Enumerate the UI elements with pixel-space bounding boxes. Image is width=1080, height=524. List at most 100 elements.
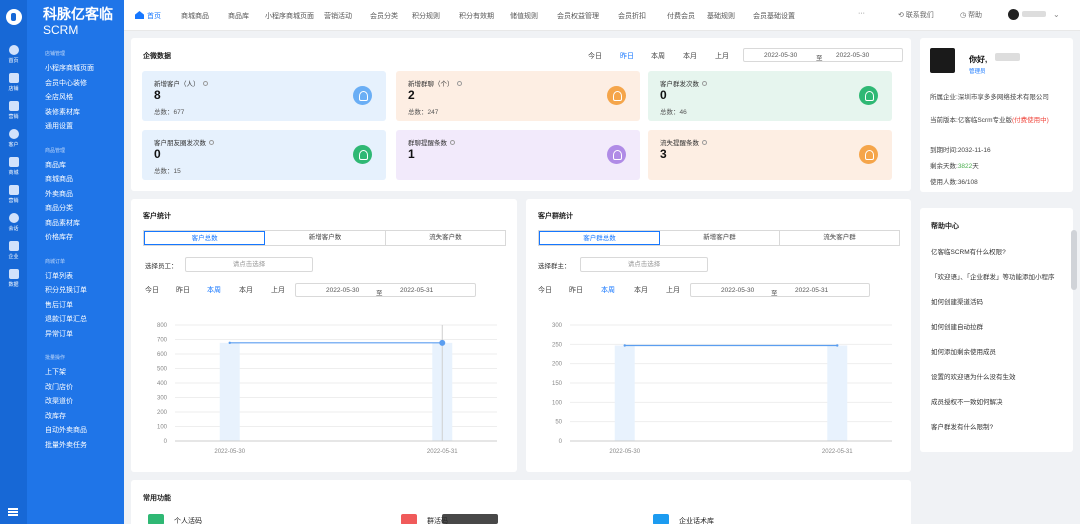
top-tab[interactable]: 付费会员: [667, 11, 695, 21]
sidebar-item[interactable]: 商品库: [45, 159, 124, 174]
period-option[interactable]: 昨日: [569, 285, 583, 295]
help-link[interactable]: 客户群发有什么限制?: [931, 421, 993, 431]
user-avatar[interactable]: [1008, 9, 1019, 20]
period-option[interactable]: 本周: [651, 51, 665, 61]
period-option[interactable]: 本月: [634, 285, 648, 295]
top-tab[interactable]: 商城商品: [181, 11, 209, 21]
period-option[interactable]: 昨日: [176, 285, 190, 295]
rail-item-8[interactable]: 数据: [0, 269, 27, 291]
info-icon[interactable]: [702, 140, 707, 145]
chevron-down-icon[interactable]: ⌄: [1053, 10, 1060, 19]
data-point[interactable]: [623, 344, 626, 347]
metric-card[interactable]: 新增群聊（个） 2 总数：247: [396, 71, 640, 121]
employee-select[interactable]: 请点击选择: [185, 257, 313, 272]
sidebar-item[interactable]: 商城商品: [45, 173, 124, 188]
sidebar-item[interactable]: 全店风格: [45, 91, 124, 106]
enterprise-date-range[interactable]: 2022-05-30 至 2022-05-30: [743, 48, 903, 62]
help-link[interactable]: 亿客临SCRM有什么权限?: [931, 246, 1006, 256]
sidebar-item[interactable]: 改渠道价: [45, 395, 124, 410]
info-icon[interactable]: [450, 140, 455, 145]
top-tab[interactable]: 小程序商城页面: [265, 11, 314, 21]
rail-item-2[interactable]: 营销: [0, 101, 27, 123]
data-point[interactable]: [836, 344, 839, 347]
help-link[interactable]: 成员授权不一致如何解决: [931, 396, 1003, 406]
stats-tab[interactable]: 客户总数: [144, 231, 266, 245]
info-icon[interactable]: [202, 81, 208, 86]
period-option[interactable]: 本月: [683, 51, 697, 61]
sidebar-item[interactable]: 异常订单: [45, 328, 124, 343]
period-option[interactable]: 上月: [715, 51, 729, 61]
common-function-item[interactable]: 群活码: [401, 514, 448, 524]
group-date-range[interactable]: 2022-05-30 至 2022-05-31: [690, 283, 870, 297]
help-link[interactable]: 如何创建自动拉群: [931, 321, 983, 331]
owner-select[interactable]: 请点击选择: [580, 257, 708, 272]
top-tab[interactable]: 储值规则: [510, 11, 538, 21]
rail-item-3[interactable]: 客户: [0, 129, 27, 151]
sidebar-item[interactable]: 改库存: [45, 410, 124, 425]
help-link[interactable]: 「欢迎语」、「企业群发」等功能添加小程序: [931, 271, 1055, 281]
top-tab[interactable]: 会员权益管理: [557, 11, 599, 21]
info-icon[interactable]: [702, 81, 707, 86]
period-option[interactable]: 本月: [239, 285, 253, 295]
page-scrollbar[interactable]: [1071, 230, 1077, 290]
sidebar-item[interactable]: 小程序商城页面: [45, 62, 124, 77]
help-link[interactable]: 如何创建渠道活码: [931, 296, 983, 306]
top-tab[interactable]: 会员分类: [370, 11, 398, 21]
sidebar-item[interactable]: 售后订单: [45, 299, 124, 314]
stats-tab[interactable]: 流失客户群: [780, 231, 899, 245]
sidebar-item[interactable]: 自动外卖商品: [45, 424, 124, 439]
top-tab[interactable]: 基础规则: [707, 11, 735, 21]
period-option[interactable]: 本周: [601, 285, 615, 295]
sidebar-item[interactable]: 积分兑换订单: [45, 284, 124, 299]
period-option[interactable]: 上月: [271, 285, 285, 295]
metric-card[interactable]: 客户群发次数 0 总数：46: [648, 71, 892, 121]
metric-card[interactable]: 群聊提醒条数 1: [396, 130, 640, 180]
sidebar-item[interactable]: 上下架: [45, 366, 124, 381]
help-link[interactable]: ◷ 帮助: [960, 10, 982, 20]
contact-us-link[interactable]: ⟲ 联系我们: [898, 10, 934, 20]
period-option[interactable]: 今日: [538, 285, 552, 295]
rail-item-7[interactable]: 企业: [0, 241, 27, 263]
sidebar-item[interactable]: 价格库存: [45, 231, 124, 246]
period-option[interactable]: 本周: [207, 285, 221, 295]
rail-item-5[interactable]: 营销: [0, 185, 27, 207]
help-link[interactable]: 如何添加剩余使用成员: [931, 346, 996, 356]
metric-card[interactable]: 流失提醒条数 3: [648, 130, 892, 180]
top-tab[interactable]: 会员基础设置: [753, 11, 795, 21]
period-option[interactable]: 上月: [666, 285, 680, 295]
more-tabs-button[interactable]: ···: [858, 10, 865, 17]
rail-item-6[interactable]: 会话: [0, 213, 27, 235]
rail-item-0[interactable]: 首页: [0, 45, 27, 67]
sidebar-item[interactable]: 改门店价: [45, 381, 124, 396]
info-icon[interactable]: [209, 140, 214, 145]
sidebar-item[interactable]: 外卖商品: [45, 188, 124, 203]
data-point[interactable]: [439, 339, 446, 346]
common-function-item[interactable]: 企业话术库: [653, 514, 714, 524]
sidebar-item[interactable]: 商品素材库: [45, 217, 124, 232]
top-tab[interactable]: 首页: [135, 11, 161, 21]
stats-tab[interactable]: 新增客户群: [660, 231, 780, 245]
stats-tab[interactable]: 客户群总数: [539, 231, 660, 245]
help-link[interactable]: 设置的欢迎语为什么没有生效: [931, 371, 1016, 381]
sidebar-item[interactable]: 会员中心装修: [45, 77, 124, 92]
top-tab[interactable]: 会员折扣: [618, 11, 646, 21]
top-tab[interactable]: 商品库: [228, 11, 249, 21]
period-option[interactable]: 今日: [145, 285, 159, 295]
period-option[interactable]: 昨日: [620, 51, 634, 61]
metric-card[interactable]: 新增客户（人） 8 总数：677: [142, 71, 386, 121]
rail-item-1[interactable]: 店铺: [0, 73, 27, 95]
top-tab[interactable]: 积分有效期: [459, 11, 494, 21]
sidebar-item[interactable]: 订单列表: [45, 270, 124, 285]
period-option[interactable]: 今日: [588, 51, 602, 61]
metric-card[interactable]: 客户朋友圈发次数 0 总数：15: [142, 130, 386, 180]
sidebar-item[interactable]: 装修素材库: [45, 106, 124, 121]
sidebar-item[interactable]: 批量外卖任务: [45, 439, 124, 454]
rail-item-4[interactable]: 商城: [0, 157, 27, 179]
sidebar-item[interactable]: 退款订单汇总: [45, 313, 124, 328]
sidebar-item[interactable]: 通用设置: [45, 120, 124, 135]
menu-toggle-icon[interactable]: [8, 508, 18, 516]
stats-tab[interactable]: 流失客户数: [386, 231, 505, 245]
customer-date-range[interactable]: 2022-05-30 至 2022-05-31: [295, 283, 476, 297]
data-point[interactable]: [228, 341, 231, 345]
sidebar-item[interactable]: 商品分类: [45, 202, 124, 217]
